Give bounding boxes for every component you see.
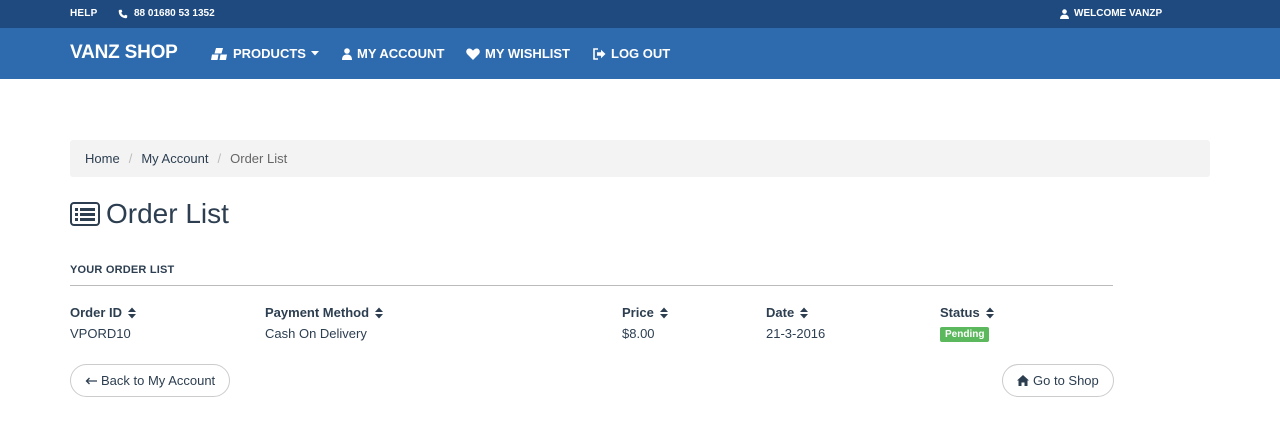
- status-badge: Pending: [940, 327, 990, 342]
- user-icon: [1060, 8, 1069, 19]
- breadcrumb-separator: /: [128, 151, 133, 166]
- page-title: Order List: [70, 198, 229, 230]
- phone-number: 88 01680 53 1352: [134, 8, 215, 19]
- breadcrumb-current: Order List: [230, 151, 288, 166]
- nav-log-out[interactable]: LOG OUT: [593, 46, 670, 61]
- sort-icon: [128, 307, 137, 319]
- nav-my-wishlist-label: MY WISHLIST: [485, 46, 570, 61]
- heart-icon: [466, 47, 480, 60]
- breadcrumb-separator: /: [217, 151, 222, 166]
- column-header-label: Date: [766, 305, 795, 320]
- nav-products[interactable]: PRODUCTS: [211, 46, 319, 61]
- breadcrumb-my-account[interactable]: My Account: [141, 151, 208, 166]
- cell-order-id: VPORD10: [70, 326, 131, 341]
- column-header-status[interactable]: Status: [940, 305, 994, 320]
- breadcrumb: Home / My Account / Order List: [70, 140, 1210, 177]
- sort-icon: [375, 307, 384, 319]
- sort-icon: [985, 307, 994, 319]
- column-header-date[interactable]: Date: [766, 305, 809, 320]
- sort-icon: [800, 307, 809, 319]
- column-header-label: Order ID: [70, 305, 123, 320]
- list-alt-icon: [70, 202, 100, 226]
- caret-down-icon: [310, 51, 319, 56]
- back-to-account-label: Back to My Account: [101, 373, 216, 388]
- column-header-label: Status: [940, 305, 980, 320]
- cubes-icon: [211, 47, 228, 61]
- nav-my-wishlist[interactable]: MY WISHLIST: [466, 46, 570, 61]
- brand-logo[interactable]: VANZ SHOP: [70, 42, 178, 64]
- arrow-left-icon: [85, 377, 97, 385]
- column-header-order-id[interactable]: Order ID: [70, 305, 137, 320]
- help-link[interactable]: HELP: [70, 8, 97, 19]
- column-header-label: Payment Method: [265, 305, 370, 320]
- breadcrumb-home[interactable]: Home: [85, 151, 120, 166]
- nav-my-account[interactable]: MY ACCOUNT: [342, 46, 444, 61]
- sort-icon: [659, 307, 668, 319]
- top-bar: HELP 88 01680 53 1352 WELCOME VANZP: [0, 0, 1280, 28]
- go-to-shop-label: Go to Shop: [1033, 373, 1099, 388]
- back-to-account-button[interactable]: Back to My Account: [70, 364, 231, 397]
- sign-out-icon: [593, 47, 606, 60]
- cell-date: 21-3-2016: [766, 326, 826, 341]
- welcome-user[interactable]: WELCOME VANZP: [1060, 8, 1162, 19]
- column-header-label: Price: [622, 305, 654, 320]
- nav-log-out-label: LOG OUT: [611, 46, 671, 61]
- main-navbar: VANZ SHOP PRODUCTS MY ACCOUNT MY WISHLIS…: [0, 28, 1280, 79]
- cell-price: $8.00: [622, 326, 655, 341]
- divider: [70, 285, 1113, 286]
- page-title-text: Order List: [106, 198, 229, 229]
- go-to-shop-button[interactable]: Go to Shop: [1002, 364, 1114, 397]
- nav-products-label: PRODUCTS: [233, 46, 306, 61]
- cell-payment-method: Cash On Delivery: [265, 326, 367, 341]
- welcome-text: WELCOME VANZP: [1074, 8, 1163, 19]
- column-header-payment-method[interactable]: Payment Method: [265, 305, 384, 320]
- section-heading: YOUR ORDER LIST: [70, 264, 175, 276]
- phone-icon: [118, 9, 128, 19]
- nav-my-account-label: MY ACCOUNT: [357, 46, 445, 61]
- home-icon: [1017, 375, 1029, 386]
- user-icon: [342, 47, 352, 60]
- phone-contact: 88 01680 53 1352: [118, 8, 215, 19]
- column-header-price[interactable]: Price: [622, 305, 668, 320]
